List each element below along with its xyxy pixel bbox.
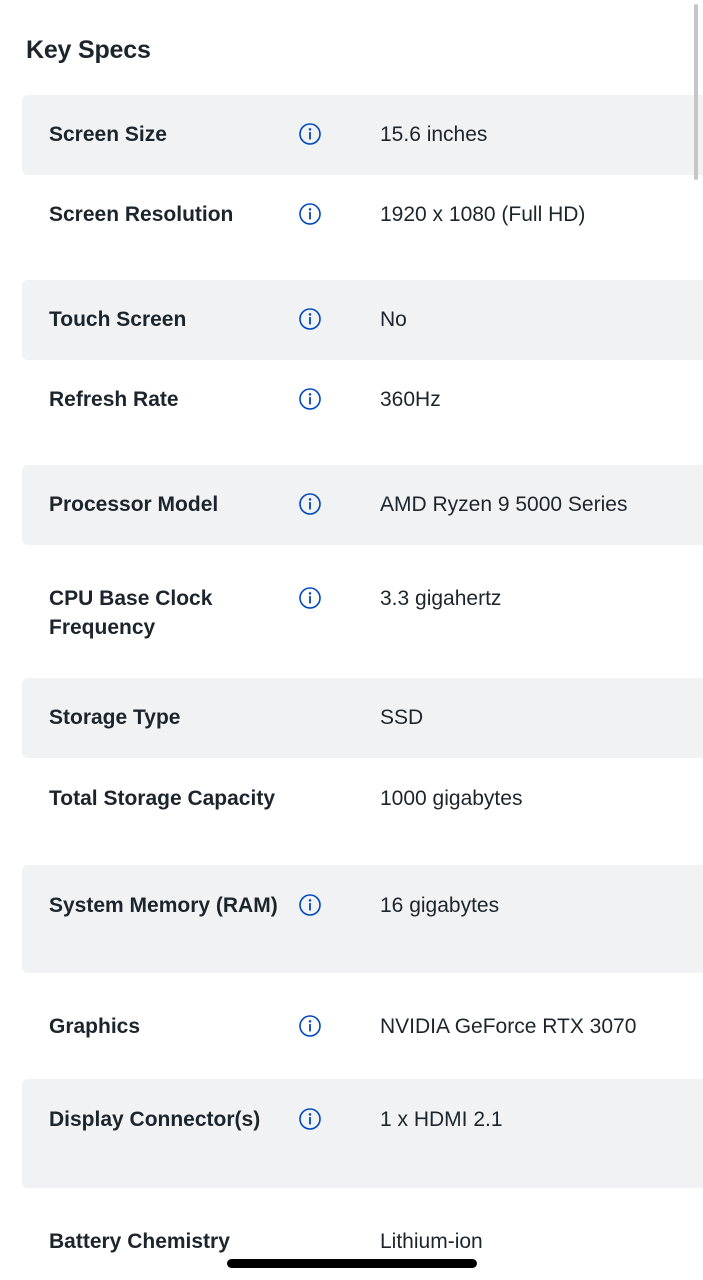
spec-label: Screen Resolution	[49, 203, 234, 226]
info-icon[interactable]	[298, 1107, 322, 1131]
info-icon[interactable]	[298, 1014, 322, 1038]
spec-value: NVIDIA GeForce RTX 3070	[380, 1015, 637, 1038]
spec-label: Battery Chemistry	[49, 1230, 230, 1253]
spec-row-screen-resolution: Screen Resolution 1920 x 1080 (Full HD)	[22, 175, 703, 280]
spec-value: 1920 x 1080 (Full HD)	[380, 203, 586, 226]
spec-row-processor-model: Processor Model AMD Ryzen 9 5000 Series	[22, 465, 703, 545]
spec-label: Touch Screen	[49, 308, 187, 331]
spec-row-total-storage: Total Storage Capacity 1000 gigabytes	[22, 758, 703, 865]
spec-label: Graphics	[49, 1015, 141, 1038]
spec-row-display-connectors: Display Connector(s) 1 x HDMI 2.1	[22, 1079, 703, 1188]
spec-label: Display Connector(s)	[49, 1108, 261, 1131]
spec-value: 1 x HDMI 2.1	[380, 1108, 503, 1131]
spec-value: 3.3 gigahertz	[380, 587, 502, 610]
info-icon[interactable]	[298, 307, 322, 331]
spec-label: System Memory (RAM)	[49, 894, 278, 917]
spec-row-system-memory: System Memory (RAM) 16 gigabytes	[22, 865, 703, 973]
scrollbar[interactable]	[694, 4, 698, 180]
spec-row-cpu-base-clock: CPU Base Clock Frequency 3.3 gigahertz	[22, 545, 703, 678]
spec-label: CPU Base Clock Frequency	[49, 587, 213, 639]
spec-row-storage-type: Storage Type SSD	[22, 678, 703, 758]
spec-label: Storage Type	[49, 706, 181, 729]
spec-value: 360Hz	[380, 388, 441, 411]
spec-value: No	[380, 308, 407, 331]
spec-label: Total Storage Capacity	[49, 787, 275, 810]
spec-label: Refresh Rate	[49, 388, 179, 411]
spec-label: Screen Size	[49, 123, 167, 146]
spec-value: Lithium-ion	[380, 1230, 483, 1253]
spec-value: 15.6 inches	[380, 123, 488, 146]
spec-value: 1000 gigabytes	[380, 787, 523, 810]
spec-value: AMD Ryzen 9 5000 Series	[380, 493, 628, 516]
spec-row-touch-screen: Touch Screen No	[22, 280, 703, 360]
home-indicator[interactable]	[227, 1259, 477, 1268]
section-title: Key Specs	[26, 36, 151, 64]
key-specs-page: Key Specs Screen Size 15.6 inches Screen…	[0, 0, 703, 1280]
info-icon[interactable]	[298, 202, 322, 226]
spec-row-screen-size: Screen Size 15.6 inches	[22, 95, 703, 175]
spec-label: Processor Model	[49, 493, 219, 516]
info-icon[interactable]	[298, 586, 322, 610]
info-icon[interactable]	[298, 387, 322, 411]
spec-row-refresh-rate: Refresh Rate 360Hz	[22, 360, 703, 465]
spec-row-graphics: Graphics NVIDIA GeForce RTX 3070	[22, 973, 703, 1079]
info-icon[interactable]	[298, 893, 322, 917]
info-icon[interactable]	[298, 492, 322, 516]
info-icon[interactable]	[298, 122, 322, 146]
spec-value: SSD	[380, 706, 424, 729]
spec-value: 16 gigabytes	[380, 894, 500, 917]
spec-list: Screen Size 15.6 inches Screen Resolutio…	[22, 95, 703, 1280]
